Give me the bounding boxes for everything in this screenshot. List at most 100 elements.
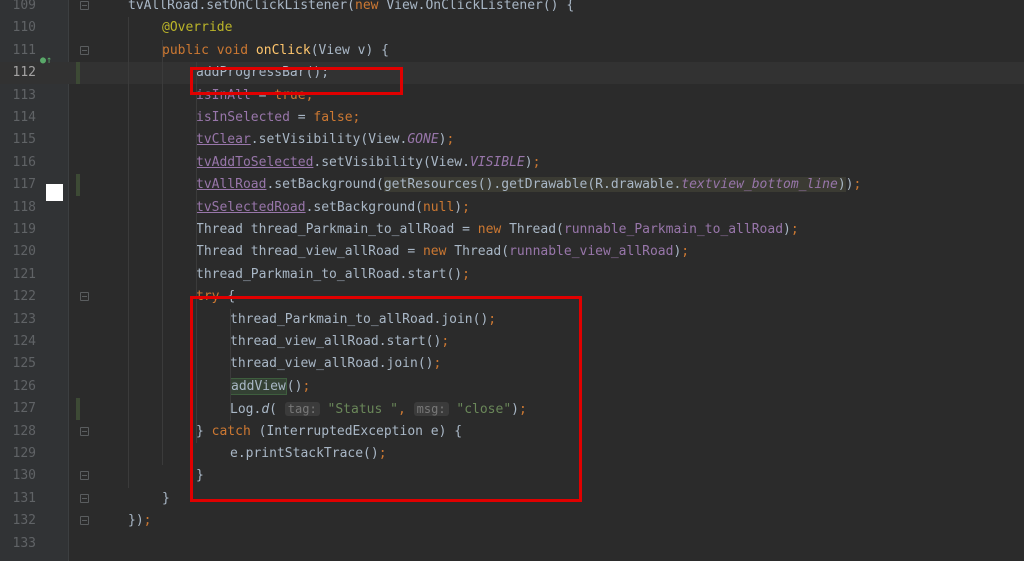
override-icon[interactable]: ●↑ (40, 55, 52, 66)
code-line[interactable]: 114 isInSelected = false; (0, 107, 1024, 129)
code-line[interactable]: 118 tvSelectedRoad.setBackground(null); (0, 197, 1024, 219)
code-token: Thread( (454, 244, 510, 260)
indent-guide (162, 39, 163, 466)
code-token: tvClear (196, 132, 251, 148)
code-token: = (289, 110, 314, 125)
code-text: }); (128, 510, 151, 532)
vcs-change-marker[interactable] (76, 174, 80, 197)
code-line[interactable]: 120 Thread thread_view_allRoad = new Thre… (0, 241, 1024, 263)
code-token: new (355, 0, 387, 13)
line-number: 128 (12, 423, 36, 439)
code-token: isInSelected (196, 110, 290, 125)
code-line[interactable]: 115 tvClear.setVisibility(View.GONE); (0, 129, 1024, 151)
code-line[interactable]: 111 public void onClick(View v) { (0, 40, 1024, 62)
code-token: runnable_Parkmain_to_allRoad (563, 222, 784, 237)
line-number: 130 (12, 468, 36, 484)
fold-marker-icon[interactable] (80, 45, 89, 55)
line-number: 121 (12, 266, 36, 282)
code-text: tvAllRoad.setBackground(getResources().g… (196, 174, 861, 196)
line-number: 118 (12, 199, 36, 215)
code-token: ; (790, 222, 799, 237)
line-number: 113 (12, 87, 36, 103)
line-number: 124 (12, 334, 36, 349)
code-token: ; (462, 199, 470, 215)
fold-marker-icon[interactable] (80, 1, 89, 10)
indent-guide (128, 17, 129, 488)
code-token: ) (837, 177, 846, 193)
code-text: thread_Parkmain_to_allRoad.start(); (196, 264, 470, 286)
annotation-box-try-block (190, 296, 582, 502)
line-number: 131 (12, 490, 36, 506)
code-line[interactable]: 109 tvAllRoad.setOnClickListener(new View… (0, 0, 1024, 17)
code-token: tvAllRoad (128, 0, 199, 13)
code-token: textview_bottom_line (681, 177, 838, 193)
line-number: 119 (12, 222, 36, 237)
code-token: @Override (162, 20, 233, 36)
code-token: ; (352, 110, 361, 125)
code-token: false (313, 110, 353, 125)
code-line[interactable]: 119 Thread thread_Parkmain_to_allRoad = n… (0, 219, 1024, 241)
annotation-box-progressbar (190, 67, 403, 95)
fold-marker-icon[interactable] (80, 426, 89, 436)
vcs-change-marker[interactable] (76, 62, 80, 85)
code-token: .setBackground( (266, 177, 384, 193)
code-token: ) (783, 222, 791, 237)
code-line[interactable]: 116 tvAddToSelected.setVisibility(View.VI… (0, 152, 1024, 174)
line-number: 123 (12, 311, 36, 327)
code-token: (View v) { (310, 42, 389, 58)
line-number: 122 (12, 289, 36, 305)
code-token: tvAddToSelected (196, 154, 314, 170)
code-token: new (422, 244, 455, 260)
vcs-change-marker[interactable] (76, 398, 80, 421)
code-token: thread_Parkmain_to_allRoad.start() (196, 266, 463, 282)
code-text: tvAddToSelected.setVisibility(View.VISIB… (196, 152, 540, 174)
code-line[interactable]: 112 addProgressBar(); (0, 62, 1024, 85)
code-token: ; (446, 132, 455, 148)
fold-marker-icon[interactable] (80, 471, 89, 481)
code-token: tvSelectedRoad (196, 199, 306, 215)
code-line[interactable]: 133 (0, 533, 1024, 555)
code-token: ; (462, 266, 470, 282)
line-number: 109 (12, 0, 36, 13)
code-line[interactable]: 121 thread_Parkmain_to_allRoad.start(); (0, 264, 1024, 286)
code-token: Thread thread_Parkmain_to_allRoad = (196, 222, 478, 237)
code-line[interactable]: 110 @Override (0, 17, 1024, 39)
code-token: GONE (407, 132, 439, 148)
line-number: 112 (12, 65, 36, 81)
code-text: tvClear.setVisibility(View.GONE); (196, 129, 454, 151)
code-token: ; (681, 244, 690, 260)
code-token: ; (143, 513, 152, 529)
line-number: 125 (12, 356, 36, 372)
fold-marker-icon[interactable] (80, 292, 89, 302)
code-token: onClick (255, 42, 311, 58)
code-text: isInSelected = false; (196, 107, 360, 129)
code-text: @Override (162, 17, 232, 39)
code-token: ; (532, 154, 541, 170)
code-token: null (422, 199, 455, 215)
line-number: 127 (12, 401, 36, 417)
code-token: } (162, 490, 170, 506)
code-token: tvAllRoad (196, 177, 267, 193)
fold-marker-icon[interactable] (80, 493, 89, 503)
line-number: 111 (12, 42, 36, 58)
code-text: Thread thread_Parkmain_to_allRoad = new … (196, 219, 799, 241)
line-number: 117 (12, 177, 36, 193)
code-token: .setVisibility(View. (313, 154, 470, 170)
code-token: VISIBLE (469, 154, 525, 170)
line-number: 114 (12, 110, 36, 125)
fold-marker-icon[interactable] (80, 516, 89, 526)
code-token: getResources().getDrawable(R.drawable. (383, 177, 682, 193)
code-text: tvSelectedRoad.setBackground(null); (196, 197, 470, 219)
code-text: public void onClick(View v) { (162, 40, 389, 62)
code-line[interactable]: 117 tvAllRoad.setBackground(getResources(… (0, 174, 1024, 197)
line-number: 133 (12, 535, 36, 551)
bookmark-icon[interactable] (46, 184, 63, 201)
code-line[interactable]: 132}); (0, 510, 1024, 532)
code-token: runnable_view_allRoad (509, 244, 674, 260)
line-number: 116 (12, 154, 36, 170)
code-token: .setVisibility(View. (250, 132, 408, 148)
line-number: 115 (12, 132, 36, 148)
code-text: } (162, 488, 170, 510)
code-token: .setBackground( (305, 199, 423, 215)
code-line[interactable]: 113 isInAll = true; (0, 85, 1024, 107)
